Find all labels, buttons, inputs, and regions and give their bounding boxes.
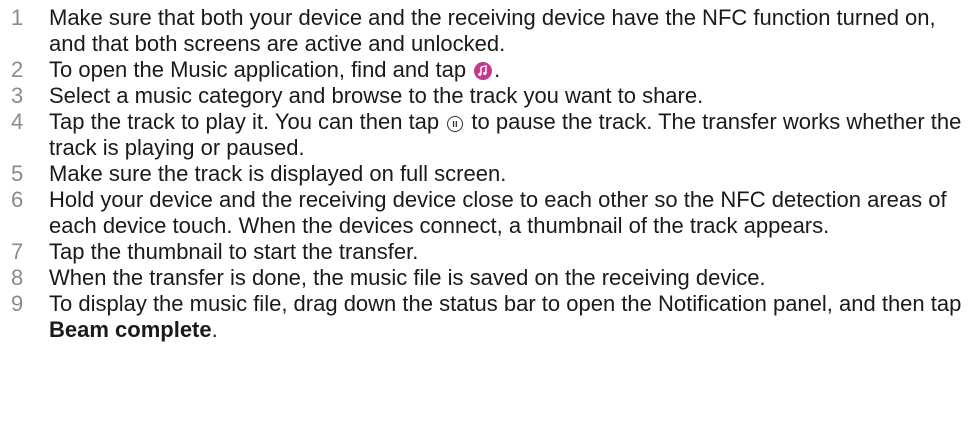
step-text: Make sure that both your device and the … — [49, 5, 936, 56]
step-9: 9 To display the music file, drag down t… — [0, 291, 970, 343]
step-1: 1 Make sure that both your device and th… — [0, 5, 970, 57]
beam-complete-label: Beam complete — [49, 317, 212, 342]
step-text-part: To open the Music application, find and … — [49, 57, 473, 82]
step-number: 1 — [11, 5, 24, 30]
step-text: Select a music category and browse to th… — [49, 83, 704, 108]
step-3: 3 Select a music category and browse to … — [0, 83, 970, 109]
step-number: 5 — [11, 161, 24, 186]
step-number: 3 — [11, 83, 24, 108]
step-text: Tap the track to play it. You can then t… — [49, 109, 964, 161]
step-5: 5 Make sure the track is displayed on fu… — [0, 161, 970, 187]
step-text: When the transfer is done, the music fil… — [49, 265, 766, 290]
step-text: Make sure the track is displayed on full… — [49, 161, 507, 186]
step-8: 8 When the transfer is done, the music f… — [0, 265, 970, 291]
step-text-part: Tap the track to play it. You can then t… — [49, 109, 446, 134]
instruction-list: 1 Make sure that both your device and th… — [0, 0, 970, 343]
step-text-part: . — [494, 57, 501, 82]
step-number: 6 — [11, 187, 24, 212]
step-2: 2 To open the Music application, find an… — [0, 57, 970, 83]
step-number: 7 — [11, 239, 24, 264]
step-text: Tap the thumbnail to start the transfer. — [49, 239, 419, 264]
step-number: 4 — [11, 109, 24, 134]
step-text: To open the Music application, find and … — [49, 57, 964, 83]
step-text: To display the music file, drag down the… — [49, 291, 964, 343]
step-number: 2 — [11, 57, 24, 82]
step-number: 9 — [11, 291, 24, 316]
step-text-part: To display the music file, drag down the… — [49, 291, 962, 316]
step-text: Hold your device and the receiving devic… — [49, 187, 947, 238]
step-4: 4 Tap the track to play it. You can then… — [0, 109, 970, 161]
step-text-part: . — [211, 317, 218, 342]
pause-icon — [447, 116, 464, 132]
music-app-icon — [474, 62, 493, 80]
step-number: 8 — [11, 265, 24, 290]
step-6: 6 Hold your device and the receiving dev… — [0, 187, 970, 239]
step-7: 7 Tap the thumbnail to start the transfe… — [0, 239, 970, 265]
